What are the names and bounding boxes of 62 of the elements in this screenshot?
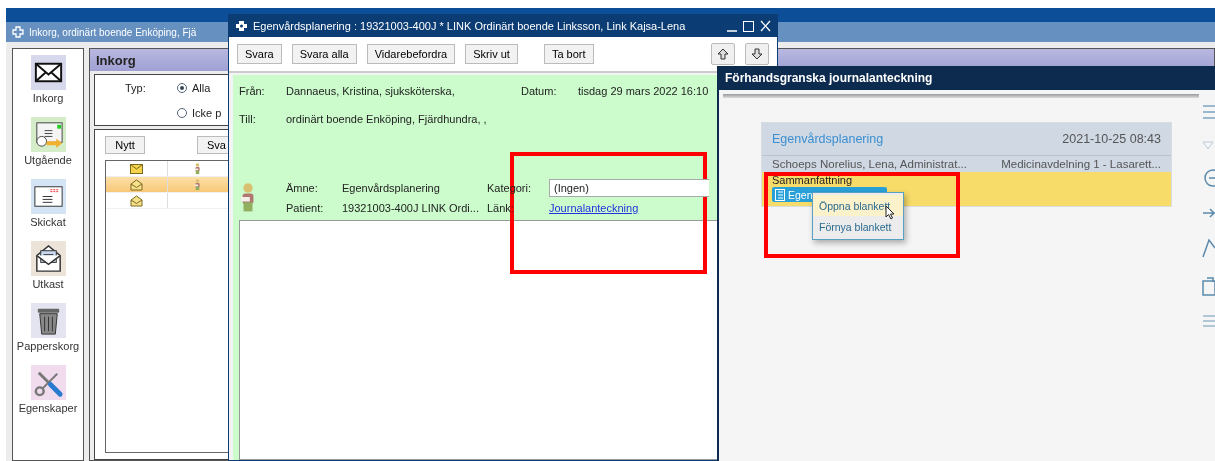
sidebar-label[interactable]: Utgående [24,154,72,166]
sidebar-label[interactable]: Utkast [32,278,64,290]
field-label: Datum: [521,85,558,97]
radio-option[interactable]: Icke p [177,106,222,119]
note-date: 2021-10-25 08:43 [1062,132,1161,146]
open-envelope-icon[interactable] [30,241,66,276]
close-icon[interactable] [760,20,771,32]
toolbar-button[interactable]: Nytt [105,136,145,154]
person-icon [194,178,202,191]
trash-icon[interactable] [30,303,66,338]
panel-title: Inkorg [96,52,136,68]
sent-envelope-icon[interactable] [30,179,66,214]
toolbar-button[interactable]: Ta bort [543,44,594,64]
outbox-icon[interactable] [30,117,66,152]
section-title: Sammanfattning [772,174,853,186]
sidebar-label[interactable]: Skickat [30,216,66,228]
message-body[interactable] [239,220,717,460]
field-value: Dannaeus, Kristina, sjuksköterska, [286,85,456,97]
category-field[interactable]: (Ingen) [549,179,709,197]
note-author: Schoeps Norelius, Lena, Administrat... [772,158,967,170]
open-envelope-icon [129,194,143,207]
toolbar-button[interactable]: Svara alla [291,44,357,64]
filter-label: Typ: [125,81,147,94]
field-value: Egenvårdsplanering [342,182,441,194]
menu-item[interactable]: Öppna blankett [813,195,903,216]
field-label: Från: [239,85,266,97]
envelope-icon[interactable] [30,55,66,90]
maximize-icon[interactable] [743,20,754,32]
sidebar-label[interactable]: Papperskorg [16,340,80,352]
field-value: tisdag 29 mars 2022 16:10 [578,85,709,97]
journal-link[interactable]: Journalanteckning [549,202,639,214]
cross-icon [235,20,248,32]
person-icon [194,162,202,175]
radio-option[interactable]: Alla [177,81,211,94]
window-title: Egenvårdsplanering : 19321003-400J * LINK Ordinärt boende Linksson, Link Kajsa-Lena [253,20,687,32]
toolbar-button[interactable]: Vidarebefordra [366,44,456,64]
toolbar-button[interactable]: Sva [197,136,228,154]
field-label: Patient: [286,202,325,214]
envelope-icon [129,163,143,174]
window-title: Förhandsgranska journalanteckning [725,71,933,85]
sidebar-label[interactable]: Egenskaper [18,402,78,414]
sidebar-label[interactable]: Inkorg [32,92,64,104]
field-label: Ämne: [286,182,319,194]
toolbar-button[interactable]: Svara [237,44,282,64]
previous-button[interactable] [711,43,735,65]
tools-icon[interactable] [30,365,66,400]
toolbar-button[interactable]: Skriv ut [465,44,518,64]
cross-icon [12,26,24,38]
open-envelope-icon [129,178,143,191]
down-arrow-icon [751,48,763,60]
form-icon [775,188,785,201]
field-label: Till: [239,113,257,125]
window-title: Inkorg, ordinärt boende Enköping, Fjä [29,26,197,38]
field-value: ordinärt boende Enköping, Fjärdhundra, , [286,113,487,125]
field-value: 19321003-400J LINK Ordi... [342,202,480,214]
menu-item[interactable]: Förnya blankett [813,216,903,237]
arrow-icon[interactable] [1201,206,1215,220]
next-button[interactable] [745,43,769,65]
note-unit: Medicinavdelning 1 - Lasarett... [1001,158,1161,170]
up-arrow-icon [717,48,729,60]
circle-minus-icon[interactable] [1201,168,1215,188]
clipboard-icon[interactable] [1201,276,1215,296]
